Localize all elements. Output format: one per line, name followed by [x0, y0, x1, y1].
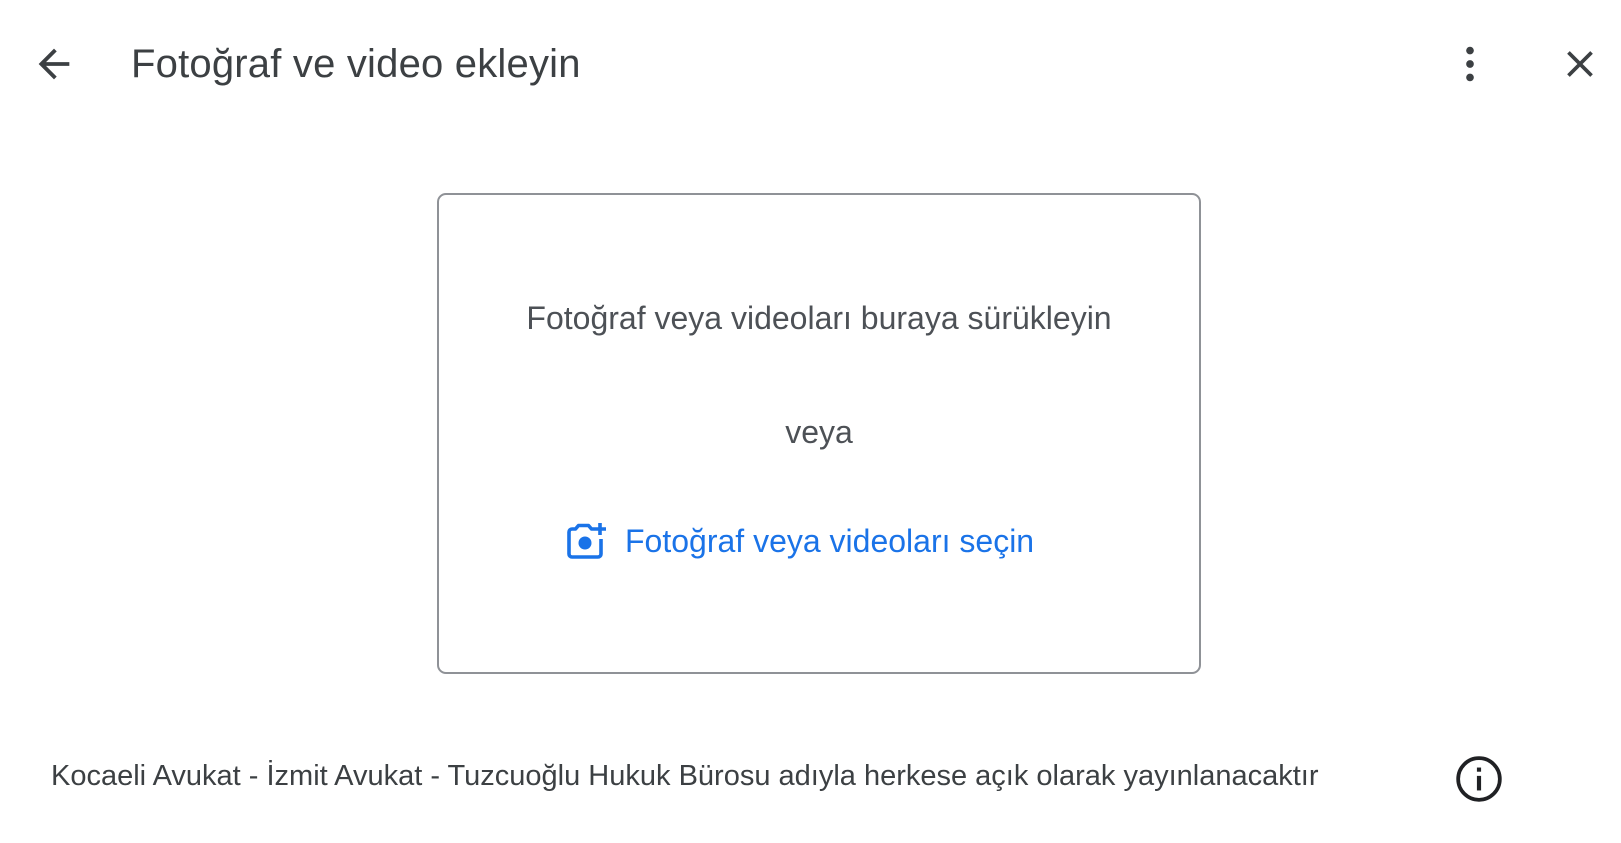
- info-button[interactable]: [1452, 752, 1506, 806]
- or-separator: veya: [785, 414, 853, 450]
- page-title: Fotoğraf ve video ekleyin: [131, 42, 581, 86]
- arrow-back-icon: [38, 48, 70, 80]
- add-photo-camera-icon: [567, 523, 606, 559]
- publish-notice: Kocaeli Avukat - İzmit Avukat - Tuzcuoğl…: [51, 760, 1319, 792]
- more-options-button[interactable]: [1434, 28, 1506, 100]
- select-photos-button[interactable]: Fotoğraf veya videoları seçin: [559, 512, 1042, 570]
- select-photos-label: Fotoğraf veya videoları seçin: [625, 523, 1035, 559]
- close-icon: [1567, 51, 1593, 77]
- back-button[interactable]: [18, 28, 90, 100]
- info-icon: [1456, 756, 1502, 802]
- drag-instructions: Fotoğraf veya videoları buraya sürükleyi…: [526, 300, 1112, 336]
- dialog-header: Fotoğraf ve video ekleyin: [0, 0, 1621, 130]
- close-button[interactable]: [1544, 28, 1616, 100]
- more-vert-icon: [1466, 46, 1474, 82]
- upload-dropzone[interactable]: Fotoğraf veya videoları buraya sürükleyi…: [437, 193, 1201, 674]
